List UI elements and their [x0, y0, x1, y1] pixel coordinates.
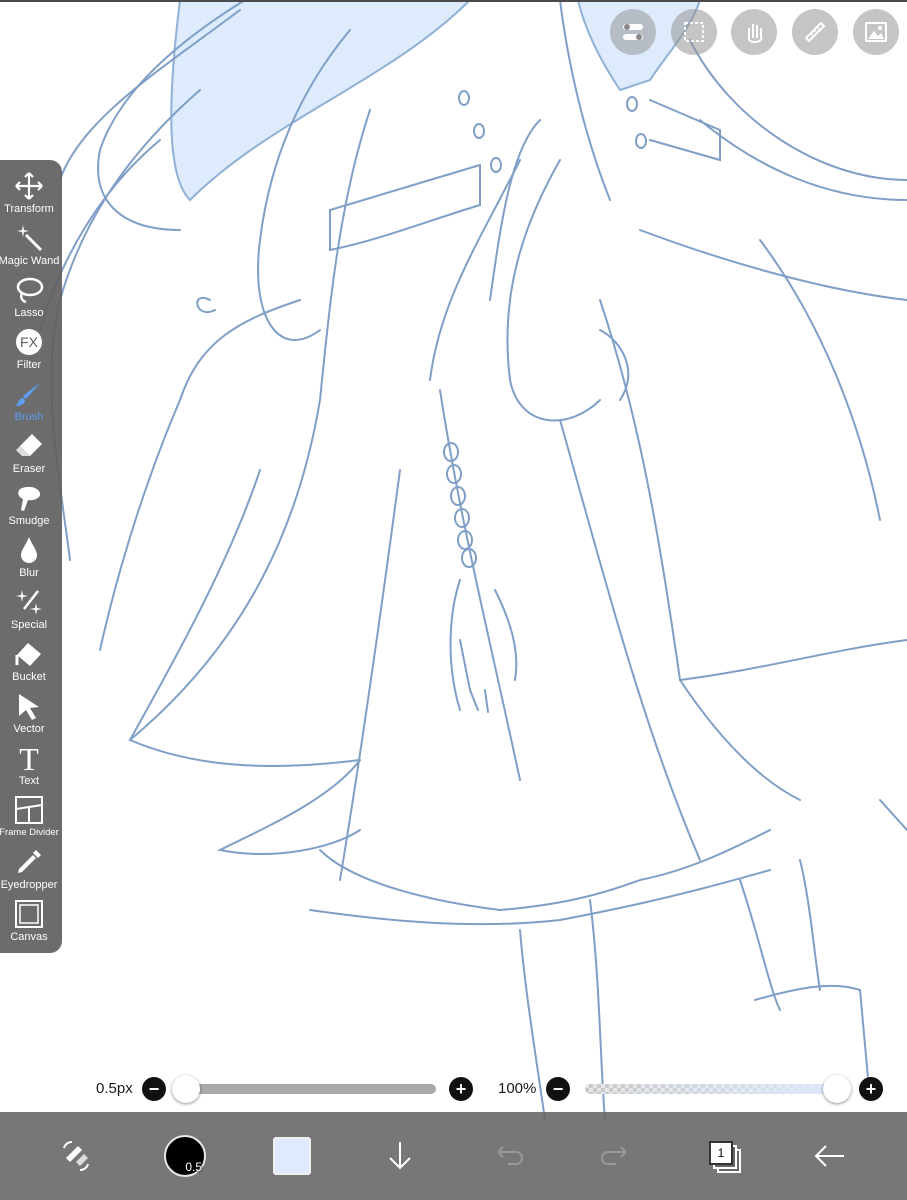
undo-button[interactable] [488, 1112, 528, 1200]
tool-bucket[interactable]: Bucket [0, 632, 58, 684]
opacity-increase-button[interactable]: + [859, 1077, 883, 1101]
hand-icon [748, 24, 763, 44]
layer-count: 1 [709, 1141, 733, 1165]
arrow-left-icon [814, 1145, 844, 1167]
plus-icon: + [455, 1079, 467, 1099]
brush-settings-button[interactable]: 0.5 [164, 1112, 206, 1200]
selection-icon [684, 22, 704, 42]
tool-smudge[interactable]: Smudge [0, 476, 58, 528]
material-icon [865, 22, 887, 42]
bottom-toolbar: 0.5 1 [0, 1112, 907, 1200]
material-button[interactable] [853, 9, 899, 55]
tool-eyedropper[interactable]: Eyedropper [0, 840, 58, 892]
tool-label: Text [18, 775, 40, 787]
tool-brush[interactable]: Brush [0, 372, 58, 424]
brush-eraser-swap-icon [63, 1141, 89, 1171]
tool-label: Frame Divider [0, 827, 59, 838]
tool-canvas[interactable]: Canvas [0, 892, 58, 944]
tool-label: Eraser [12, 463, 46, 475]
fx-icon: FX [16, 329, 42, 355]
tool-special[interactable]: Special [0, 580, 58, 632]
tool-filter[interactable]: FX Filter [0, 320, 58, 372]
pointer-icon [19, 694, 39, 720]
tool-frame-divider[interactable]: Frame Divider [0, 788, 59, 840]
tool-label: Bucket [12, 671, 46, 683]
download-button[interactable] [380, 1112, 420, 1200]
tool-magic-wand[interactable]: Magic Wand [0, 216, 60, 268]
brush-size-slider[interactable] [172, 1084, 436, 1094]
hair-fill [170, 0, 472, 202]
tool-label: Blur [19, 567, 39, 579]
tool-vector[interactable]: Vector [0, 684, 58, 736]
brush-size-knob[interactable] [172, 1075, 200, 1103]
drawing-canvas[interactable] [0, 0, 907, 1200]
size-increase-button[interactable]: + [449, 1077, 473, 1101]
tool-lasso[interactable]: Lasso [0, 268, 58, 320]
color-button[interactable] [272, 1112, 312, 1200]
tool-label: Eyedropper [0, 879, 58, 891]
tool-label: Transform [4, 203, 54, 215]
size-decrease-button[interactable]: − [142, 1077, 166, 1101]
tool-eraser[interactable]: Eraser [0, 424, 58, 476]
opacity-knob[interactable] [823, 1075, 851, 1103]
tool-sidebar: Transform Magic Wand Lasso FX Filter Bru… [0, 160, 62, 953]
undo-icon [497, 1146, 524, 1165]
tool-label: Canvas [10, 931, 48, 943]
tool-label: Special [10, 619, 48, 631]
lasso-icon [16, 277, 44, 304]
back-button[interactable] [810, 1112, 850, 1200]
tool-label: Vector [13, 723, 45, 735]
layers-icon: 1 [709, 1141, 741, 1173]
bucket-icon [15, 643, 41, 666]
frame-divider-icon [15, 796, 43, 824]
redo-button[interactable] [596, 1112, 636, 1200]
text-icon: T [19, 743, 39, 773]
brush-icon [16, 382, 41, 406]
redo-icon [600, 1146, 627, 1165]
tool-label: Smudge [8, 515, 50, 527]
opacity-slider[interactable] [585, 1084, 851, 1094]
brush-size-preview: 0.5 [164, 1135, 206, 1177]
eraser-icon [16, 434, 42, 456]
smudge-icon [18, 486, 41, 511]
brush-size-badge: 0.5 [185, 1160, 202, 1174]
tool-transform[interactable]: Transform [0, 164, 58, 216]
tool-label: Lasso [14, 307, 44, 319]
magic-wand-icon [17, 225, 43, 252]
selection-button[interactable] [671, 9, 717, 55]
tool-label: Filter [16, 359, 42, 371]
ruler-icon [804, 21, 826, 43]
hand-button[interactable] [731, 9, 777, 55]
status-divider [0, 0, 907, 2]
layer-toggle-button[interactable] [610, 9, 656, 55]
tool-label: Magic Wand [0, 255, 60, 267]
tool-label: Brush [14, 411, 44, 423]
canvas-icon [15, 900, 43, 928]
tool-blur[interactable]: Blur [0, 528, 58, 580]
brush-size-value: 0.5px [96, 1080, 133, 1097]
quick-switch-button[interactable] [56, 1112, 96, 1200]
layer-toggle-icon [623, 24, 643, 40]
drop-icon [21, 537, 37, 563]
tool-text[interactable]: T Text [0, 736, 58, 788]
plus-icon: + [865, 1079, 877, 1099]
ruler-button[interactable] [792, 9, 838, 55]
current-color-swatch [273, 1137, 311, 1175]
opacity-decrease-button[interactable]: − [546, 1077, 570, 1101]
opacity-value: 100% [498, 1080, 537, 1097]
sparkle-icon [16, 590, 42, 615]
eyedropper-icon [18, 850, 41, 873]
minus-icon: − [552, 1079, 564, 1099]
layers-button[interactable]: 1 [704, 1112, 744, 1200]
move-arrows-icon [15, 172, 43, 200]
minus-icon: − [148, 1079, 160, 1099]
arrow-down-icon [389, 1142, 411, 1170]
fx-icon-text: FX [20, 334, 39, 350]
text-icon-glyph: T [19, 743, 39, 773]
